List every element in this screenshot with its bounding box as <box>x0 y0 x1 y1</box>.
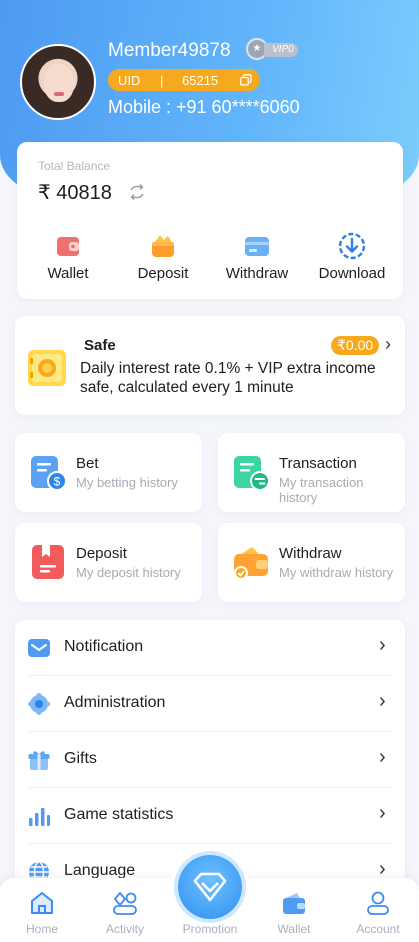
tab-account-label: Account <box>356 922 400 936</box>
safe-description: Daily interest rate 0.1% + VIP extra inc… <box>80 360 376 396</box>
safe-card[interactable]: Safe ₹0.00 › Daily interest rate 0.1% + … <box>15 316 405 415</box>
refresh-icon[interactable] <box>127 182 147 202</box>
tab-activity-label: Activity <box>105 922 144 936</box>
wallet-button[interactable]: Wallet <box>23 232 113 288</box>
withdraw-history-icon <box>234 547 268 580</box>
chevron-right-icon: › <box>379 634 386 656</box>
deposit-icon <box>152 235 174 257</box>
menu-item-gifts[interactable]: Gifts › <box>15 732 405 788</box>
menu-item-notification[interactable]: Notification › <box>15 620 405 676</box>
withdraw-history-title: Withdraw <box>279 545 342 562</box>
safe-amount-badge: ₹0.00 <box>331 336 380 355</box>
chevron-right-icon: › <box>379 802 386 824</box>
menu-label: Game statistics <box>64 806 174 823</box>
menu-item-game-statistics[interactable]: Game statistics › <box>15 788 405 844</box>
copy-icon[interactable] <box>240 74 252 86</box>
bet-history-card[interactable]: $ Bet My betting history <box>15 433 202 512</box>
menu-label: Gifts <box>64 750 97 767</box>
activity-icon <box>113 891 137 915</box>
account-icon <box>367 891 389 915</box>
chevron-right-icon[interactable]: › <box>385 334 391 355</box>
diamond-icon <box>193 872 227 902</box>
username: Member49878 <box>108 40 231 61</box>
uid-label: UID <box>118 73 141 88</box>
download-icon <box>338 232 366 260</box>
chevron-right-icon: › <box>379 690 386 712</box>
uid-pill: UID | 65215 <box>108 69 260 91</box>
uid-value: 65215 <box>182 73 219 88</box>
tab-promotion-label: Promotion <box>182 922 238 936</box>
deposit-history-subtitle: My deposit history <box>76 565 181 580</box>
vip-level: VIP0 <box>264 43 298 57</box>
withdraw-icon <box>245 237 269 256</box>
svg-text:$: $ <box>54 475 61 489</box>
transaction-history-icon <box>234 456 270 491</box>
uid-separator: | <box>160 73 164 88</box>
deposit-label: Deposit <box>137 265 189 282</box>
tab-activity[interactable]: Activity <box>90 878 160 942</box>
total-balance-amount: ₹ 40818 <box>38 182 112 204</box>
download-label: Download <box>318 265 386 282</box>
menu-item-administration[interactable]: Administration › <box>15 676 405 732</box>
mobile-number: Mobile : +91 60****6060 <box>108 97 300 117</box>
tab-wallet-label: Wallet <box>277 922 311 936</box>
wallet-tab-icon <box>283 893 305 914</box>
menu-label: Administration <box>64 694 166 711</box>
deposit-history-icon <box>32 545 64 579</box>
deposit-button[interactable]: Deposit <box>118 232 208 288</box>
tab-account[interactable]: Account <box>343 878 413 942</box>
withdraw-button[interactable]: Withdraw <box>212 232 302 288</box>
deposit-history-card[interactable]: Deposit My deposit history <box>15 523 202 602</box>
tab-wallet[interactable]: Wallet <box>259 878 329 942</box>
gift-icon <box>28 751 50 770</box>
bet-history-subtitle: My betting history <box>76 475 178 490</box>
bet-history-title: Bet <box>76 455 99 472</box>
home-icon <box>31 892 53 914</box>
wallet-label: Wallet <box>47 265 89 282</box>
total-balance-label: Total Balance <box>38 159 111 173</box>
safe-title: Safe <box>84 337 116 354</box>
download-button[interactable]: Download <box>307 232 397 288</box>
balance-card: Total Balance ₹ 40818 Wallet Deposit Wit… <box>17 142 403 299</box>
withdraw-label: Withdraw <box>225 265 289 282</box>
vip-badge: ★ VIP0 <box>246 37 298 63</box>
transaction-history-card[interactable]: Transaction My transaction history <box>218 433 405 512</box>
administration-icon <box>28 693 50 715</box>
promotion-button[interactable] <box>178 855 242 919</box>
safe-icon <box>28 350 66 386</box>
notification-icon <box>28 639 50 657</box>
menu-label: Notification <box>64 638 144 655</box>
statistics-icon <box>29 808 50 826</box>
chevron-right-icon: › <box>379 746 386 768</box>
deposit-history-title: Deposit <box>76 545 127 562</box>
tab-home[interactable]: Home <box>7 878 77 942</box>
wallet-icon <box>57 237 79 256</box>
transaction-history-subtitle: My transaction history <box>279 475 364 505</box>
transaction-history-title: Transaction <box>279 455 357 472</box>
withdraw-history-card[interactable]: Withdraw My withdraw history <box>218 523 405 602</box>
bet-history-icon: $ <box>31 456 67 491</box>
withdraw-history-subtitle: My withdraw history <box>279 565 394 580</box>
tab-home-label: Home <box>25 922 58 936</box>
avatar[interactable] <box>20 44 96 120</box>
